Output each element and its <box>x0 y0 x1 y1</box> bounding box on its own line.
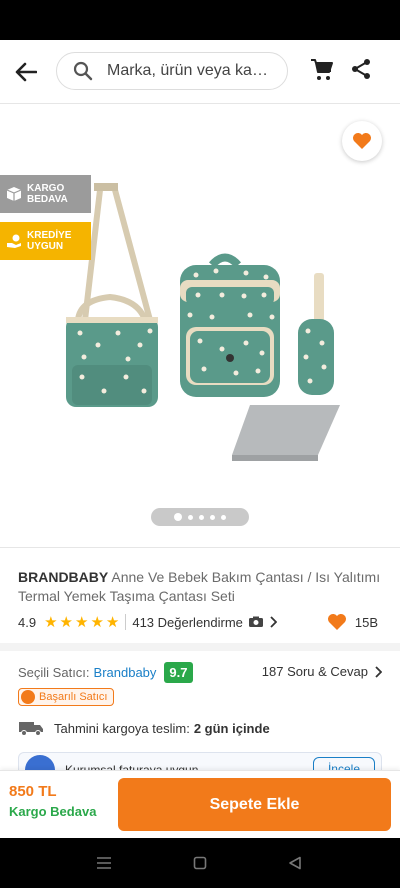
camera-icon <box>248 616 263 627</box>
page-dot[interactable] <box>221 514 226 520</box>
bottom-action-bar: 850 TL Kargo Bedava Sepete Ekle <box>0 770 400 838</box>
back-button[interactable] <box>12 58 40 86</box>
product-gallery[interactable]: KARGO BEDAVA KREDİYE UYGUN <box>0 105 400 547</box>
brand-link[interactable]: BRANDBABY <box>18 569 108 585</box>
qa-count: 187 Soru & Cevap <box>261 664 368 679</box>
price: 850 TL <box>9 783 57 800</box>
successful-seller-badge: Başarılı Satıcı <box>18 688 115 706</box>
badge-cargo-line2: BEDAVA <box>27 194 68 205</box>
favorites-value: 15B <box>354 614 378 630</box>
heart-icon <box>327 614 346 630</box>
search-input[interactable]: Marka, ürün veya kate… <box>56 52 288 90</box>
star-icon: ★ <box>59 613 73 631</box>
rating-stars: ★ ★ ★ ★ ★ <box>44 615 119 630</box>
product-info: BRANDBABY Anne Ve Bebek Bakım Çantası / … <box>0 547 400 606</box>
favorite-button[interactable] <box>342 121 382 161</box>
star-icon: ★ <box>74 613 89 631</box>
system-nav-bar <box>0 838 400 888</box>
seller-score-badge: 9.7 <box>164 662 193 683</box>
box-icon <box>6 187 22 201</box>
arrow-left-icon <box>15 62 37 82</box>
delivery-value: 2 gün içinde <box>193 720 270 736</box>
successful-seller-label: Başarılı Satıcı <box>39 691 108 703</box>
badge-cargo-line1: KARGO <box>27 183 65 194</box>
product-image <box>66 183 340 461</box>
badge-credit-line2: UYGUN <box>27 241 64 252</box>
cart-icon <box>311 59 333 80</box>
star-icon: ★ <box>44 613 58 631</box>
delivery-label: Tahmini kargoya teslim: <box>54 720 190 736</box>
delivery-estimate: Tahmini kargoya teslim: 2 gün içinde <box>18 720 270 736</box>
section-divider <box>0 643 400 651</box>
search-placeholder: Marka, ürün veya kate… <box>107 62 271 79</box>
share-icon <box>352 59 370 79</box>
product-title: BRANDBABY Anne Ve Bebek Bakım Çantası / … <box>18 568 382 606</box>
rating-value: 4.9 <box>18 614 37 630</box>
rating-row: 4.9 ★ ★ ★ ★ ★ 413 Değerlendirme 15B <box>18 611 382 633</box>
badge-credit-line1: KREDİYE <box>27 230 72 241</box>
medal-icon <box>21 690 35 704</box>
divider <box>125 614 127 630</box>
truck-icon <box>19 722 43 736</box>
heart-icon <box>353 133 371 149</box>
hand-coin-icon <box>7 234 21 248</box>
seller-line: Seçili Satıcı: Brandbaby 9.7 <box>18 662 193 683</box>
page-dot[interactable] <box>188 514 193 520</box>
credit-badge: KREDİYE UYGUN <box>0 222 91 260</box>
home-button[interactable] <box>190 853 210 873</box>
star-icon: ★ <box>105 613 120 631</box>
share-button[interactable] <box>350 58 376 84</box>
star-icon: ★ <box>90 613 104 631</box>
free-cargo-badge: KARGO BEDAVA <box>0 175 91 213</box>
top-bar: Marka, ürün veya kate… <box>0 40 400 104</box>
gallery-pagination[interactable] <box>151 508 249 526</box>
search-icon <box>73 61 93 81</box>
seller-name-link[interactable]: Brandbaby <box>94 665 157 680</box>
seller-section: Seçili Satıcı: Brandbaby 9.7 187 Soru & … <box>0 652 400 762</box>
add-to-cart-button[interactable]: Sepete Ekle <box>118 778 391 831</box>
square-icon <box>193 856 207 870</box>
back-nav-button[interactable] <box>285 853 305 873</box>
chevron-right-icon <box>270 616 277 628</box>
reviews-link[interactable]: 413 Değerlendirme <box>132 615 277 630</box>
free-cargo-label: Kargo Bedava <box>9 804 97 819</box>
favorites-count[interactable]: 15B <box>327 613 378 631</box>
cart-button[interactable] <box>310 58 336 84</box>
seller-label: Seçili Satıcı: <box>18 665 90 680</box>
qa-link[interactable]: 187 Soru & Cevap <box>262 664 382 679</box>
triangle-back-icon <box>289 856 301 870</box>
chevron-right-icon <box>375 665 382 678</box>
invoice-card-body: Kurumsal faturaya uygun İncele <box>18 752 382 772</box>
page-dot[interactable] <box>174 513 182 521</box>
invoice-card[interactable]: Kurumsal faturaya uygun İncele <box>18 752 382 772</box>
page-dot[interactable] <box>210 514 215 520</box>
status-bar <box>0 0 400 40</box>
menu-icon <box>97 857 111 869</box>
page-dot[interactable] <box>199 514 204 520</box>
menu-button[interactable] <box>94 853 114 873</box>
reviews-count: 413 Değerlendirme <box>132 614 243 630</box>
